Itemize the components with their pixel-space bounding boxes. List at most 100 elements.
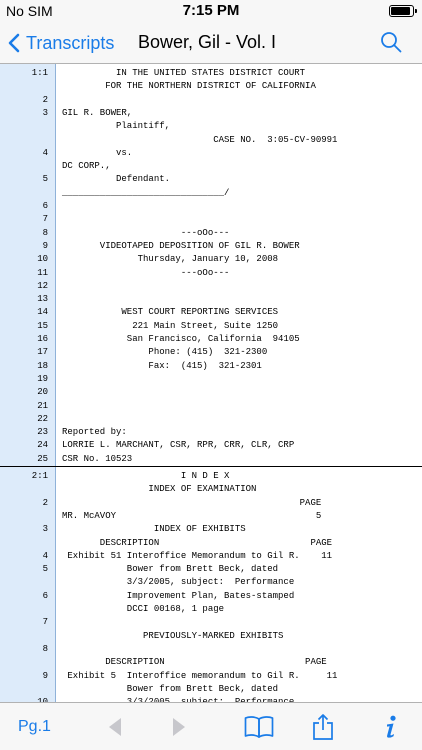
line-text: Exhibit 51 Interoffice Memorandum to Gil…	[62, 550, 333, 561]
line-number: 14	[37, 307, 48, 318]
transcript-line: 3 INDEX OF EXHIBITS	[0, 523, 422, 536]
back-button-label: Transcripts	[26, 32, 115, 53]
transcript-line: MR. McAVOY 5	[0, 510, 422, 523]
search-icon	[381, 32, 402, 53]
bookmarks-button[interactable]	[242, 703, 276, 750]
line-number: 9	[42, 670, 48, 681]
transcript-view[interactable]: 1:1 IN THE UNITED STATES DISTRICT COURT …	[0, 64, 422, 702]
transcript-line: Bower from Brett Beck, dated	[0, 683, 422, 696]
transcript-line: 17 Phone: (415) 321-2300	[0, 346, 422, 359]
transcript-line: 7	[0, 213, 422, 226]
chevron-left-icon	[8, 33, 20, 53]
battery-level	[391, 7, 410, 15]
line-number: 24	[37, 440, 48, 451]
line-text: Phone: (415) 321-2300	[62, 347, 268, 358]
info-button[interactable]	[380, 703, 402, 750]
line-text: 221 Main Street, Suite 1250	[62, 320, 279, 331]
arrow-left-icon	[109, 718, 121, 736]
line-number: 20	[37, 387, 48, 398]
transcript-line: 2	[0, 94, 422, 107]
line-number: 23	[37, 427, 48, 438]
transcript-line: 1:1 IN THE UNITED STATES DISTRICT COURT	[0, 67, 422, 80]
line-number: 3	[42, 107, 48, 118]
status-bar: No SIM 7:15 PM	[0, 0, 422, 22]
line-number: 1:1	[31, 68, 48, 78]
transcript-line: 7	[0, 616, 422, 629]
transcript-line: 2 PAGE	[0, 497, 422, 510]
line-text: ---oOo---	[62, 227, 230, 238]
line-text: PREVIOUSLY-MARKED EXHIBITS	[62, 630, 284, 641]
previous-page-button[interactable]	[102, 703, 128, 750]
line-text: INDEX OF EXHIBITS	[62, 524, 246, 535]
line-number: 22	[37, 413, 48, 424]
transcript-line: ______________________________/	[0, 187, 422, 200]
navigation-bar: Transcripts Bower, Gil - Vol. I	[0, 22, 422, 64]
transcript-line: 6	[0, 200, 422, 213]
transcript-line: 6 Improvement Plan, Bates-stamped	[0, 590, 422, 603]
next-page-button[interactable]	[166, 703, 192, 750]
line-number: 10	[37, 254, 48, 265]
transcript-line: 5 Bower from Brett Beck, dated	[0, 563, 422, 576]
search-button[interactable]	[380, 31, 402, 58]
line-text: DESCRIPTION PAGE	[62, 537, 333, 548]
line-text: FOR THE NORTHERN DISTRICT OF CALIFORNIA	[62, 81, 316, 92]
line-text: PAGE	[62, 497, 322, 508]
line-number: 18	[37, 360, 48, 371]
transcript-line: 20	[0, 386, 422, 399]
line-number: 4	[42, 550, 48, 561]
transcript-line: DCCI 00168, 1 page	[0, 603, 422, 616]
line-number: 4	[42, 147, 48, 158]
share-icon	[313, 714, 333, 740]
transcript-line: 16 San Francisco, California 94105	[0, 333, 422, 346]
transcript-line: 19	[0, 373, 422, 386]
transcript-line: PREVIOUSLY-MARKED EXHIBITS	[0, 630, 422, 643]
back-button[interactable]: Transcripts	[8, 28, 114, 58]
line-number: 12	[37, 280, 48, 291]
transcript-line: 25 CSR No. 10523	[0, 453, 422, 466]
page-title: Bower, Gil - Vol. I	[138, 32, 277, 52]
line-text: Bower from Brett Beck, dated	[62, 683, 279, 694]
line-number: 6	[42, 590, 48, 601]
line-text: vs.	[62, 147, 133, 158]
transcript-line: 10 Thursday, January 10, 2008	[0, 253, 422, 266]
bottom-toolbar: Pg.1	[0, 702, 422, 750]
transcript-line: Plaintiff,	[0, 120, 422, 133]
transcript-line: 18 Fax: (415) 321-2301	[0, 360, 422, 373]
transcript-line: 13	[0, 293, 422, 306]
line-text: DCCI 00168, 1 page	[62, 604, 225, 614]
line-text: Plaintiff,	[62, 121, 171, 132]
transcript-line: 3/3/2005, subject: Performance	[0, 576, 422, 589]
line-text: I N D E X	[62, 471, 230, 481]
line-number: 13	[37, 294, 48, 305]
transcript-line: 23 Reported by:	[0, 426, 422, 439]
share-button[interactable]	[310, 703, 336, 750]
line-number: 5	[42, 564, 48, 575]
transcript-line: DESCRIPTION PAGE	[0, 656, 422, 669]
book-icon	[244, 716, 274, 738]
line-text: VIDEOTAPED DEPOSITION OF GIL R. BOWER	[62, 240, 300, 251]
line-text: ______________________________/	[62, 187, 230, 198]
transcript-line: DESCRIPTION PAGE	[0, 537, 422, 550]
transcript-line: 12	[0, 280, 422, 293]
transcript-line: 22	[0, 413, 422, 426]
battery-icon	[389, 5, 417, 17]
transcript-line: 24 LORRIE L. MARCHANT, CSR, RPR, CRR, CLR…	[0, 439, 422, 452]
line-number: 7	[42, 617, 48, 628]
line-number: 15	[37, 320, 48, 331]
transcript-line: 14 WEST COURT REPORTING SERVICES	[0, 306, 422, 319]
line-number: 8	[42, 227, 48, 238]
transcript-line: 3 GIL R. BOWER,	[0, 107, 422, 120]
transcript-line: INDEX OF EXAMINATION	[0, 483, 422, 496]
status-time: 7:15 PM	[182, 2, 240, 19]
transcript-page: 1:1 IN THE UNITED STATES DISTRICT COURT …	[0, 64, 422, 466]
line-text: GIL R. BOWER,	[62, 107, 133, 118]
line-number: 17	[37, 347, 48, 358]
line-text: ---oOo---	[62, 267, 230, 278]
transcript-line: 4 vs.	[0, 147, 422, 160]
line-number: 2	[42, 94, 48, 105]
page-indicator-button[interactable]: Pg.1	[18, 703, 51, 750]
line-number: 9	[42, 240, 48, 251]
transcript-page: 2:1 I N D E X INDEX OF EXAMINATION 2 PAGE…	[0, 466, 422, 702]
line-number: 25	[37, 453, 48, 464]
line-text: DC CORP.,	[62, 161, 111, 172]
